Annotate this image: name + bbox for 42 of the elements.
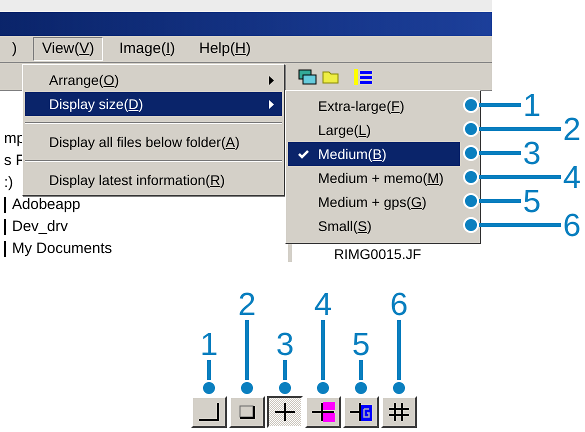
callout-number: 1 — [523, 90, 541, 120]
file-name[interactable]: RIMG0015.JF — [334, 246, 422, 262]
callout-number: 1 — [200, 328, 218, 360]
menu-entry[interactable]: Medium + memo(M) — [288, 166, 460, 190]
square-icon — [239, 405, 255, 419]
menu-entry[interactable]: Medium + gps(G) — [288, 190, 460, 214]
menu-entry[interactable]: Display latest information(R) — [25, 168, 282, 192]
menu-item[interactable]: ) — [4, 37, 25, 61]
callout-number: 3 — [276, 328, 294, 360]
callout-number: 4 — [314, 288, 332, 320]
menu-entry[interactable]: Large(L) — [288, 118, 460, 142]
grid-memo-icon — [311, 402, 335, 422]
folders-icon — [298, 68, 318, 86]
callout-number: 2 — [238, 288, 256, 320]
callout-number: 6 — [563, 210, 581, 240]
callout-number: 4 — [563, 162, 581, 192]
callout-number: 2 — [563, 114, 581, 144]
menu-entry[interactable]: Arrange(O) — [25, 68, 282, 92]
menu-item[interactable]: Image(I) — [111, 37, 184, 61]
menu-entry[interactable]: Extra-large(F) — [288, 94, 460, 118]
menu-entry[interactable]: Small(S) — [288, 214, 460, 238]
callout-number: 6 — [390, 288, 408, 320]
folder-name[interactable]: :) — [4, 172, 14, 194]
menu-entry[interactable]: Medium(B) — [288, 142, 460, 166]
menu-entry[interactable]: Display all files below folder(A) — [25, 130, 282, 154]
grid-icon — [274, 402, 296, 422]
folder-name[interactable]: Adobeapp — [12, 194, 80, 216]
folder-name[interactable]: My Documents — [12, 238, 112, 260]
menu-entry[interactable]: Display size(D) — [25, 92, 282, 116]
callout-number: 5 — [352, 328, 370, 360]
size-toolbar-button[interactable] — [267, 396, 303, 428]
checkmark-icon — [298, 150, 308, 158]
fine-grid-icon — [388, 402, 410, 422]
menu-item[interactable]: Help(H) — [191, 37, 259, 61]
menu-item[interactable]: View(V) — [33, 37, 104, 61]
color-bars-icon — [352, 68, 374, 86]
callout-number: 5 — [523, 186, 541, 216]
folder-name[interactable]: Dev_drv — [12, 216, 68, 238]
callout-number: 3 — [523, 138, 541, 168]
submenu-arrow-icon — [269, 76, 274, 84]
grid-gps-icon — [349, 402, 373, 422]
submenu-arrow-icon — [269, 100, 274, 108]
